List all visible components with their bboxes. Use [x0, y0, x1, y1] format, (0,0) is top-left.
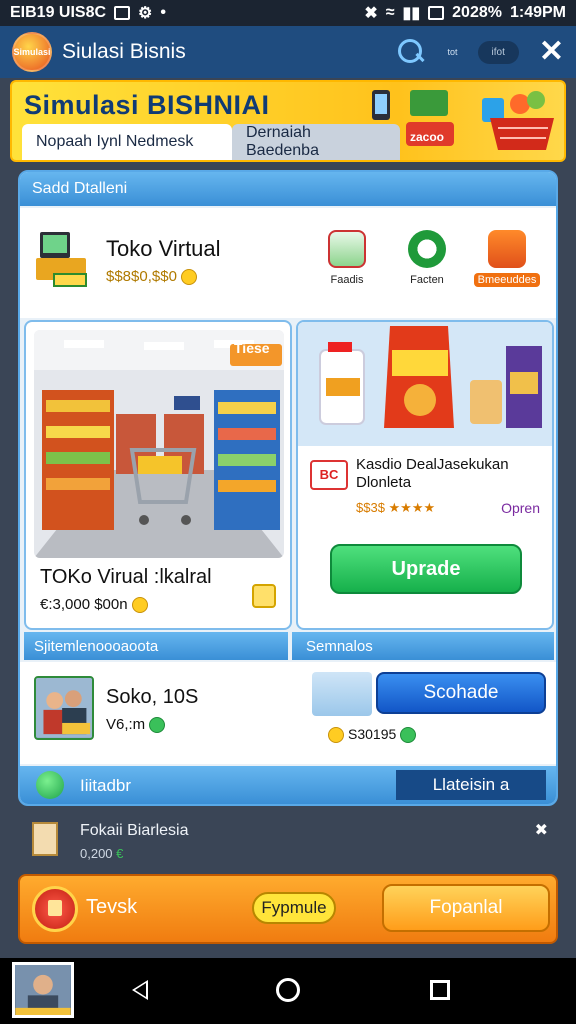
document-icon	[32, 822, 58, 856]
employee-row[interactable]: Soko, 10S V6,:m Scohade S30195	[20, 662, 556, 764]
virtual-store-money: €:3,000 $00n	[40, 596, 148, 614]
store-name: Toko Virtual	[106, 236, 221, 261]
mini-item-bmeeuddes[interactable]: Bmeeuddes	[472, 230, 542, 287]
status-bar: EIB19 UIS8C ⚙ • ✖ ≈ ▮▮ 2028% 1:49PM	[0, 0, 576, 26]
section-header-schedule: Semnalos	[292, 632, 554, 660]
close-icon[interactable]: ✕	[539, 37, 564, 67]
notice-value-text: 0,200	[80, 846, 113, 861]
system-nav-bar	[0, 958, 576, 1024]
gallery-icon	[114, 6, 131, 20]
price-tag-text: zacoo	[410, 130, 445, 144]
action-pill[interactable]: Fypmule	[252, 892, 336, 924]
store-tag: Tiese	[234, 340, 270, 356]
task-icon[interactable]	[32, 886, 78, 932]
product-image	[298, 322, 552, 446]
schedule-value-text: S30195	[348, 726, 397, 742]
store-money-value: $$8$0,$$0	[106, 268, 177, 285]
mini-item-facten[interactable]: Facten	[392, 230, 462, 286]
coin-icon	[180, 269, 197, 286]
tab-inactive[interactable]: Dernaiah Baedenba	[232, 124, 400, 160]
product-badge-icon: BC	[310, 460, 348, 490]
notice-value: 0,200 €	[80, 846, 123, 861]
banner-title: Simulasi BISHNIAI	[24, 90, 270, 120]
coin-icon	[328, 727, 344, 744]
appbar-small-text[interactable]: tot	[448, 47, 458, 57]
virtual-store-panel[interactable]: Tiese TOKo Virual :lkalral €:3,000 $00n	[24, 320, 292, 630]
header-banner: Simulasi BISHNIAI zacoo Nopaah Iynl Nedm…	[10, 80, 566, 162]
mini-item-label: Facten	[410, 274, 444, 286]
store-summary-row[interactable]: Toko Virtual $$8$0,$$0 Faadis Facten Bme…	[20, 208, 556, 318]
status-time: 1:49PM	[509, 4, 566, 21]
primary-action-button[interactable]: Fopanlal	[382, 884, 550, 932]
status-left-text: EIB19 UIS8C	[10, 4, 107, 21]
upgrade-button[interactable]: Uprade	[330, 544, 522, 594]
card-footer-label: Iiitadbr	[80, 776, 132, 795]
section-header-shop: Sadd Dtalleni	[20, 172, 556, 206]
mini-item-label: Bmeeuddes	[473, 273, 541, 287]
note-icon[interactable]	[252, 584, 276, 608]
employee-value: V6,:m	[106, 716, 166, 734]
product-badge-text: BC	[319, 467, 339, 482]
mute-icon: ✖	[364, 5, 378, 22]
mini-item-faadis[interactable]: Faadis	[312, 230, 382, 286]
virtual-store-money-value: €:3,000 $00n	[40, 596, 128, 613]
product-open-link[interactable]: Opren	[501, 500, 540, 516]
phone-icon	[372, 90, 390, 120]
task-label[interactable]: Tevsk	[86, 896, 137, 919]
product-panel[interactable]: BC Kasdio DealJasekukan Dlonleta $$3$ ★★…	[296, 320, 554, 630]
notification-dot-icon: •	[160, 4, 166, 21]
tab-active[interactable]: Nopaah Iynl Nedmesk	[22, 124, 232, 160]
screenshot-icon	[428, 6, 445, 20]
discount-icon	[488, 230, 526, 268]
recents-icon[interactable]	[430, 980, 450, 1000]
search-icon[interactable]	[396, 37, 426, 67]
signal-icon: ▮▮	[402, 5, 421, 22]
wifi-icon: ≈	[385, 4, 395, 21]
cash-icon	[149, 717, 166, 734]
coin-icon	[131, 597, 148, 614]
notice-title: Fokaii Biarlesia	[80, 822, 189, 839]
cash-icon: €	[112, 846, 124, 861]
home-icon[interactable]	[276, 978, 300, 1002]
app-logo-text: Simulasi	[13, 47, 51, 57]
battery-text: 2028%	[452, 4, 502, 21]
app-logo: Simulasi	[12, 32, 52, 72]
virtual-store-title: TOKo Virual :lkalral	[40, 566, 212, 588]
store-interior-image	[34, 330, 284, 558]
register-icon	[36, 232, 87, 287]
back-icon[interactable]	[132, 980, 148, 1000]
flyer-icon	[328, 230, 366, 268]
status-dot-icon	[36, 771, 64, 799]
action-bar: Tevsk Fypmule Fopanlal	[18, 874, 558, 944]
cash-icon	[400, 727, 417, 744]
product-title: Kasdio DealJasekukan Dlonleta	[356, 456, 509, 491]
employee-name: Soko, 10S	[106, 686, 199, 708]
employee-value-text: V6,:m	[106, 716, 146, 733]
employee-avatar	[34, 676, 94, 740]
app-bar: Simulasi Siulasi Bisnis tot ifot ✕	[0, 26, 576, 78]
dismiss-icon[interactable]: ✖	[535, 820, 548, 840]
settings-dot-icon: ⚙	[138, 5, 153, 22]
schedule-value: S30195	[328, 726, 417, 744]
schedule-button[interactable]: Scohade	[376, 672, 546, 714]
appbar-pill[interactable]: ifot	[477, 40, 519, 64]
schedule-register-icon	[312, 672, 372, 716]
grid-badge-icon	[408, 230, 446, 268]
shopping-basket-icon	[482, 91, 554, 150]
app-title: Siulasi Bisnis	[62, 40, 186, 63]
recent-app-thumbnail[interactable]	[12, 962, 74, 1018]
notice-row[interactable]: Fokaii Biarlesia 0,200 € ✖	[18, 810, 558, 872]
card-footer-bar: Iiitadbr Llateisin a	[20, 766, 556, 804]
store-money: $$8$0,$$0	[106, 268, 197, 286]
main-card: Sadd Dtalleni Toko Virtual $$8$0,$$0 Faa…	[18, 170, 558, 806]
section-header-employees: Sjitemlenoooaoota	[24, 632, 288, 660]
mini-item-label: Faadis	[330, 274, 364, 286]
product-rating: $$3$ ★★★★	[356, 500, 436, 515]
card-footer-button[interactable]: Llateisin a	[396, 770, 546, 800]
